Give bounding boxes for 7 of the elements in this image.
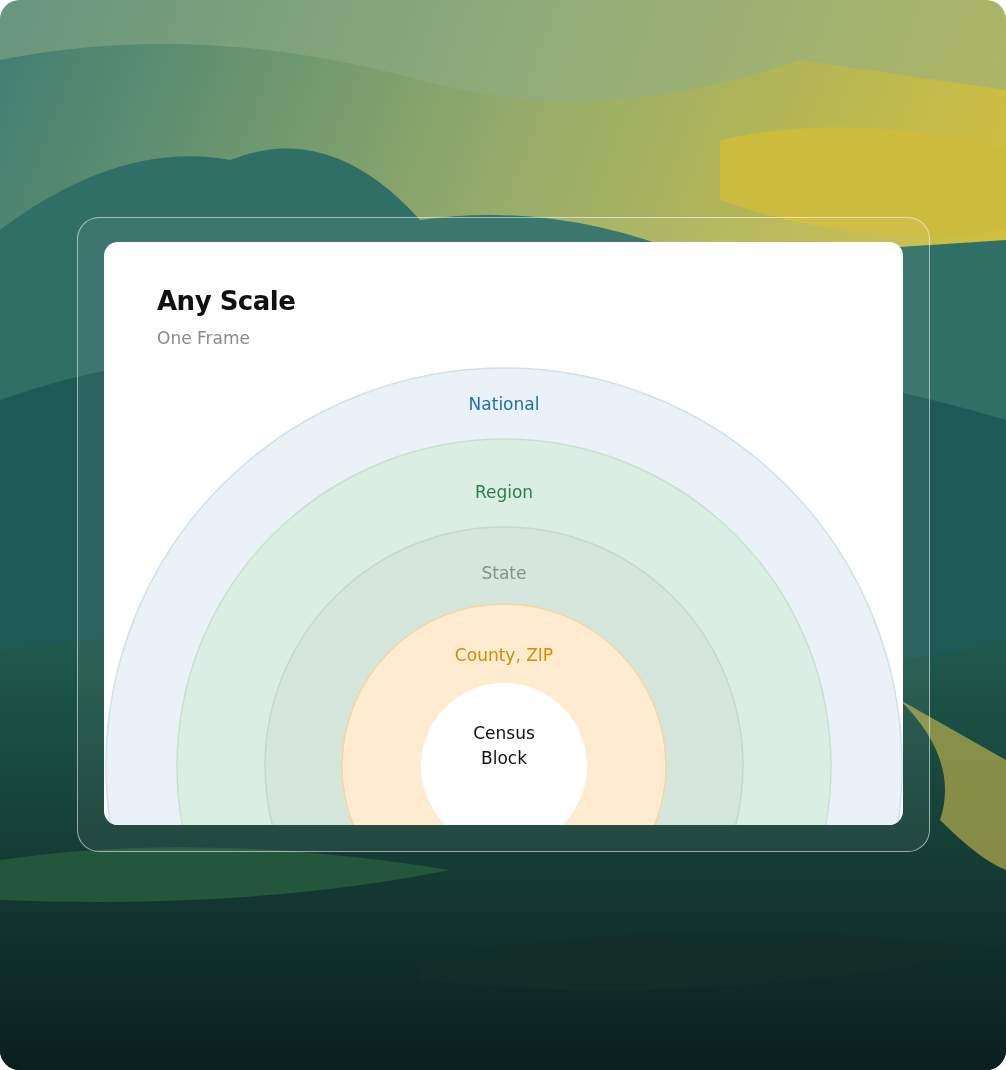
card-subtitle: One Frame (157, 328, 250, 348)
ring-label: State (481, 563, 527, 583)
card-title: Any Scale (157, 286, 296, 316)
ring-label: County, ZIP (454, 645, 554, 665)
center-label: Census Block (472, 722, 536, 770)
ring-label: Region (474, 482, 534, 502)
ring-label: National (468, 394, 540, 414)
